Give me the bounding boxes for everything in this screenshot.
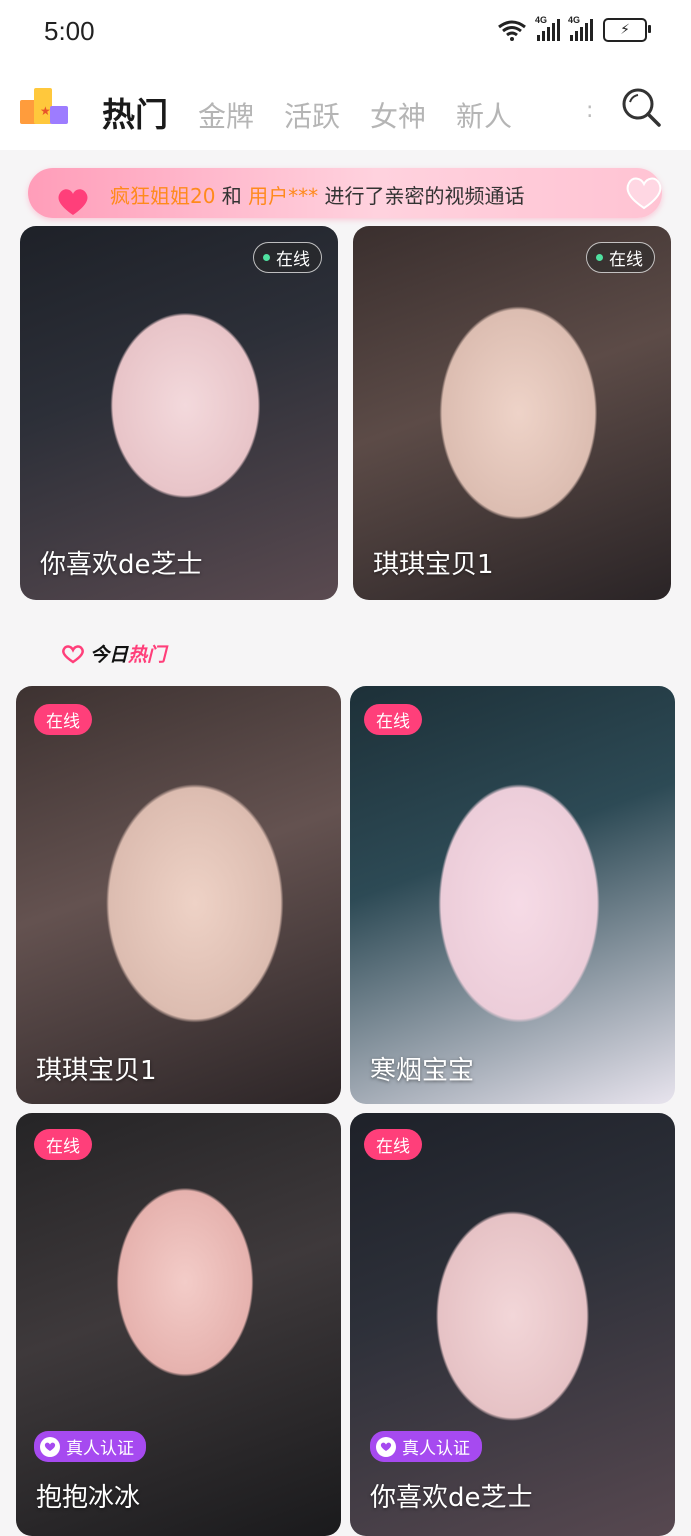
heart-outline-icon bbox=[62, 644, 84, 664]
profile-card[interactable]: 在线 真人认证 你喜欢de芝士 bbox=[350, 1113, 675, 1536]
verified-heart-icon bbox=[40, 1436, 60, 1457]
verified-heart-icon bbox=[376, 1436, 396, 1457]
banner-user2: 用户*** bbox=[248, 184, 319, 208]
online-badge: 在线 bbox=[364, 1129, 422, 1160]
activity-banner[interactable]: 疯狂姐姐20 和 用户*** 进行了亲密的视频通话 bbox=[28, 168, 662, 218]
battery-icon: ⚡ bbox=[603, 18, 651, 42]
profile-card[interactable]: 在线 寒烟宝宝 bbox=[350, 686, 675, 1104]
profile-photo bbox=[350, 686, 675, 1104]
profile-photo bbox=[16, 1113, 341, 1536]
app-logo-icon[interactable]: ★ bbox=[20, 88, 68, 128]
profile-card[interactable]: 在线 真人认证 抱抱冰冰 bbox=[16, 1113, 341, 1536]
profile-name: 你喜欢de芝士 bbox=[40, 550, 203, 580]
featured-card[interactable]: 在线 琪琪宝贝1 bbox=[353, 226, 671, 600]
banner-and: 和 bbox=[215, 184, 249, 208]
profile-name: 你喜欢de芝士 bbox=[370, 1483, 533, 1513]
status-bar: 5:00 4G 4G ⚡ bbox=[0, 0, 691, 64]
online-badge: 在线 bbox=[586, 242, 655, 273]
featured-card[interactable]: 在线 你喜欢de芝士 bbox=[20, 226, 338, 600]
banner-user1: 疯狂姐姐20 bbox=[110, 184, 216, 208]
online-badge: 在线 bbox=[364, 704, 422, 735]
status-time: 5:00 bbox=[44, 16, 95, 46]
banner-text: 疯狂姐姐20 和 用户*** 进行了亲密的视频通话 bbox=[110, 180, 525, 209]
profile-photo bbox=[16, 686, 341, 1104]
category-tabs: 热门 金牌 活跃 女神 新人 bbox=[102, 88, 512, 136]
more-tabs-indicator: : bbox=[586, 98, 594, 123]
banner-action: 进行了亲密的视频通话 bbox=[318, 184, 525, 208]
profile-name: 琪琪宝贝1 bbox=[36, 1056, 157, 1086]
profile-photo bbox=[350, 1113, 675, 1536]
tab-active[interactable]: 活跃 bbox=[284, 95, 340, 135]
tab-hot[interactable]: 热门 bbox=[102, 88, 168, 136]
verified-badge: 真人认证 bbox=[370, 1431, 482, 1462]
profile-name: 寒烟宝宝 bbox=[370, 1056, 475, 1086]
heart-decoration-icon bbox=[626, 177, 662, 210]
profile-card[interactable]: 在线 琪琪宝贝1 bbox=[16, 686, 341, 1104]
online-badge: 在线 bbox=[253, 242, 322, 273]
verified-badge: 真人认证 bbox=[34, 1431, 146, 1462]
wifi-icon bbox=[498, 20, 526, 41]
signal-icon-2: 4G bbox=[568, 15, 593, 41]
heart-icon bbox=[58, 189, 88, 215]
online-badge: 在线 bbox=[34, 1129, 92, 1160]
tab-gold[interactable]: 金牌 bbox=[198, 95, 254, 135]
profile-name: 琪琪宝贝1 bbox=[373, 550, 494, 580]
section-title: 今日热门 bbox=[62, 640, 166, 667]
tab-goddess[interactable]: 女神 bbox=[370, 95, 426, 135]
profile-name: 抱抱冰冰 bbox=[36, 1483, 141, 1513]
online-badge: 在线 bbox=[34, 704, 92, 735]
tab-new[interactable]: 新人 bbox=[456, 95, 512, 135]
signal-icon: 4G bbox=[535, 15, 560, 41]
status-icons: 4G 4G ⚡ bbox=[497, 15, 651, 42]
search-icon[interactable] bbox=[620, 86, 662, 128]
